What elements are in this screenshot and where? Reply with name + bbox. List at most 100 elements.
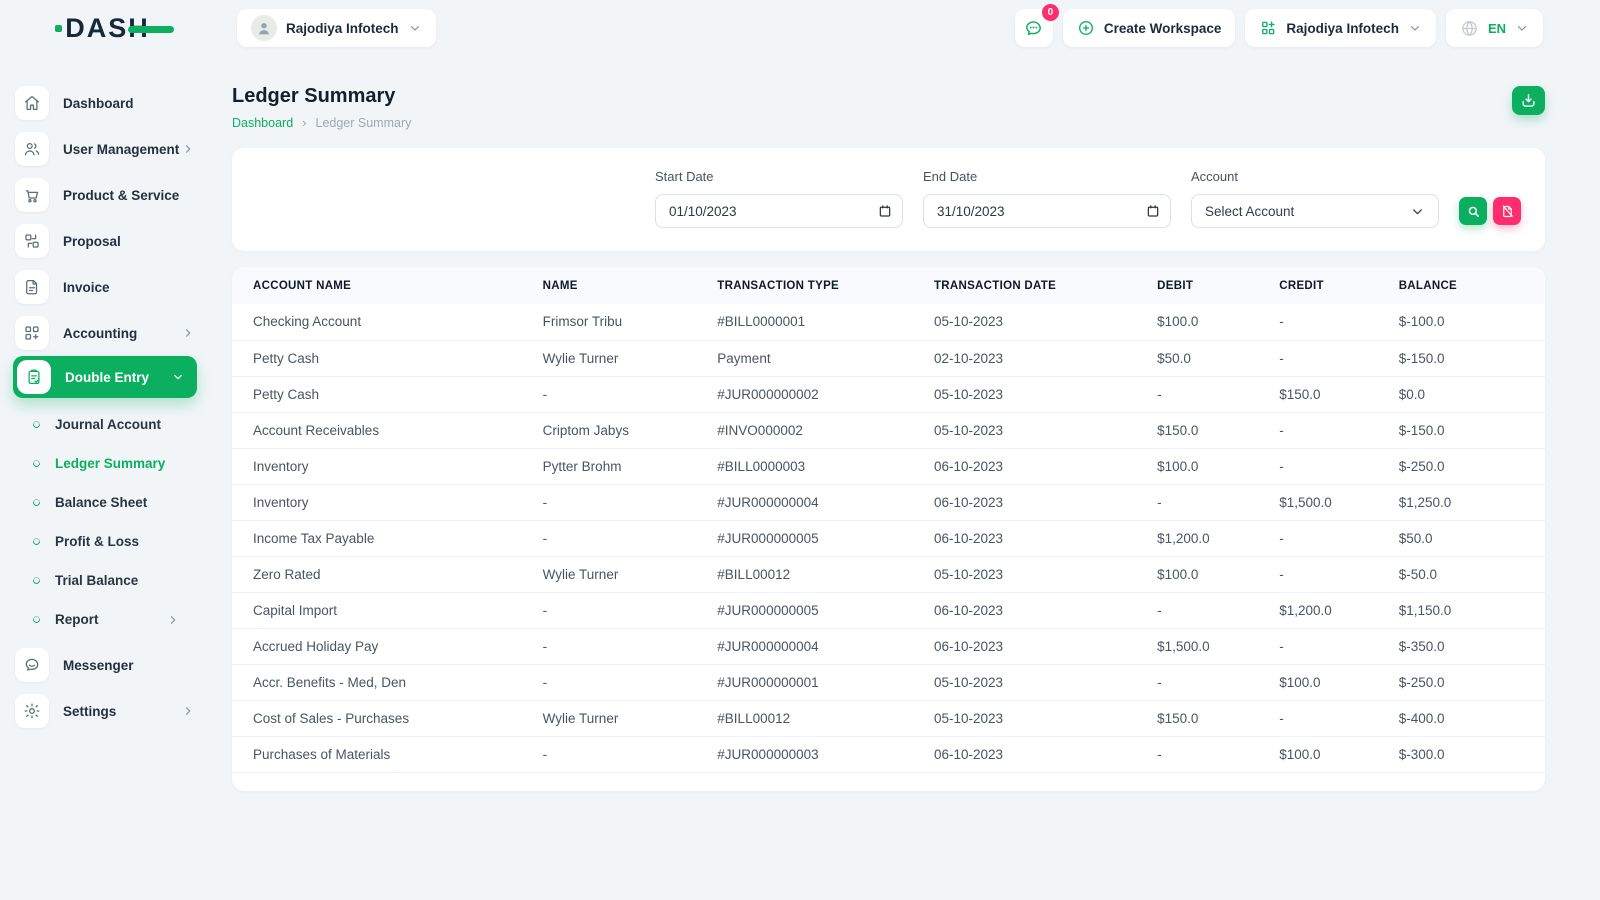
table-cell: $50.0 — [1147, 340, 1269, 376]
table-cell: - — [1269, 700, 1388, 736]
sidebar: DashboardUser ManagementProduct & Servic… — [0, 56, 215, 900]
sidebar-subitem-balance-sheet[interactable]: Balance Sheet — [0, 483, 215, 522]
sidebar-item-label: Invoice — [63, 280, 110, 295]
table-cell: Petty Cash — [232, 340, 533, 376]
start-date-input[interactable] — [655, 194, 903, 228]
download-button[interactable] — [1512, 86, 1545, 115]
workspace-selector-label: Rajodiya Infotech — [286, 21, 399, 36]
table-cell: #BILL0000003 — [707, 448, 924, 484]
reset-button[interactable] — [1493, 197, 1521, 225]
chevron-right-icon — [166, 613, 180, 627]
table-cell: $100.0 — [1147, 304, 1269, 340]
breadcrumb-dashboard-link[interactable]: Dashboard — [232, 116, 293, 130]
bullet-icon — [32, 576, 42, 586]
sidebar-item-double-entry[interactable]: Double Entry — [13, 356, 197, 398]
messages-button[interactable]: 0 — [1015, 9, 1053, 47]
workspace-selector[interactable]: Rajodiya Infotech — [237, 9, 436, 47]
column-header-account-name: ACCOUNT NAME — [232, 267, 533, 304]
sidebar-item-product-service[interactable]: Product & Service — [0, 172, 215, 218]
sidebar-subitem-journal-account[interactable]: Journal Account — [0, 405, 215, 444]
sidebar-item-user-management[interactable]: User Management — [0, 126, 215, 172]
table-row: Accr. Benefits - Med, Den-#JUR0000000010… — [232, 664, 1545, 700]
table-cell: - — [1147, 484, 1269, 520]
table-cell: $-150.0 — [1389, 412, 1545, 448]
sidebar-item-settings[interactable]: Settings — [0, 688, 215, 734]
sidebar-subitem-ledger-summary[interactable]: Ledger Summary — [0, 444, 215, 483]
search-button[interactable] — [1459, 197, 1487, 225]
table-cell: 05-10-2023 — [924, 304, 1147, 340]
table-cell: $-50.0 — [1389, 556, 1545, 592]
table-row: Capital Import-#JUR00000000506-10-2023-$… — [232, 592, 1545, 628]
sidebar-item-accounting[interactable]: Accounting — [0, 310, 215, 356]
sidebar-subitem-trial-balance[interactable]: Trial Balance — [0, 561, 215, 600]
table-row: Purchases of Materials-#JUR00000000306-1… — [232, 736, 1545, 772]
table-cell: - — [533, 592, 708, 628]
sidebar-item-label: Double Entry — [65, 370, 149, 385]
sidebar-subitem-label: Report — [55, 612, 99, 627]
start-date-label: Start Date — [655, 169, 903, 184]
table-cell: $0.0 — [1389, 376, 1545, 412]
table-cell: - — [1147, 736, 1269, 772]
table-cell: - — [1269, 340, 1388, 376]
table-cell: $100.0 — [1269, 664, 1388, 700]
table-cell: Cost of Sales - Purchases — [232, 700, 533, 736]
search-icon — [1466, 204, 1481, 219]
bullet-icon — [32, 420, 42, 430]
table-cell: $-250.0 — [1389, 664, 1545, 700]
sidebar-item-proposal[interactable]: Proposal — [0, 218, 215, 264]
plus-circle-icon — [1077, 19, 1095, 37]
topbar: DASH Rajodiya Infotech 0 — [0, 0, 1600, 56]
gear-icon — [15, 694, 49, 728]
table-row: Account ReceivablesCriptom Jabys#INVO000… — [232, 412, 1545, 448]
table-cell: 06-10-2023 — [924, 592, 1147, 628]
bullet-icon — [32, 459, 42, 469]
end-date-input[interactable] — [923, 194, 1171, 228]
table-cell: $1,500.0 — [1147, 628, 1269, 664]
table-cell: Income Tax Payable — [232, 520, 533, 556]
chevron-down-icon — [1410, 204, 1425, 219]
table-cell: $1,200.0 — [1147, 520, 1269, 556]
sidebar-item-label: Settings — [63, 704, 116, 719]
main-content: Ledger Summary Dashboard › Ledger Summar… — [215, 56, 1600, 900]
app-logo[interactable]: DASH — [65, 13, 150, 44]
sidebar-subitem-report[interactable]: Report — [0, 600, 215, 639]
home-icon — [15, 86, 49, 120]
table-cell: Frimsor Tribu — [533, 304, 708, 340]
sidebar-item-messenger[interactable]: Messenger — [0, 642, 215, 688]
table-cell: - — [533, 736, 708, 772]
language-selector[interactable]: EN — [1446, 9, 1543, 47]
column-header-name: NAME — [533, 267, 708, 304]
table-cell: 05-10-2023 — [924, 556, 1147, 592]
sidebar-item-label: Accounting — [63, 326, 137, 341]
table-cell: #BILL00012 — [707, 556, 924, 592]
table-cell: - — [533, 520, 708, 556]
table-cell: 06-10-2023 — [924, 520, 1147, 556]
table-cell: #BILL0000001 — [707, 304, 924, 340]
sidebar-item-invoice[interactable]: Invoice — [0, 264, 215, 310]
table-cell: #JUR000000001 — [707, 664, 924, 700]
table-cell: $1,150.0 — [1389, 592, 1545, 628]
account-selector-label: Rajodiya Infotech — [1286, 21, 1399, 36]
page-title: Ledger Summary — [232, 85, 411, 108]
account-select[interactable]: Select Account — [1191, 194, 1439, 228]
table-row: Petty Cash-#JUR00000000205-10-2023-$150.… — [232, 376, 1545, 412]
table-row: Cost of Sales - PurchasesWylie Turner#BI… — [232, 700, 1545, 736]
chat-bubble-icon — [1023, 18, 1044, 39]
table-cell: - — [533, 664, 708, 700]
table-cell: #JUR000000003 — [707, 736, 924, 772]
table-cell: - — [1269, 556, 1388, 592]
table-cell: 05-10-2023 — [924, 412, 1147, 448]
breadcrumb: Dashboard › Ledger Summary — [232, 116, 411, 130]
sidebar-subitem-profit-loss[interactable]: Profit & Loss — [0, 522, 215, 561]
messenger-icon — [15, 648, 49, 682]
account-selector[interactable]: Rajodiya Infotech — [1245, 9, 1436, 47]
table-cell: $-150.0 — [1389, 340, 1545, 376]
filter-panel: Start Date End Date Account — [232, 148, 1545, 251]
sidebar-item-dashboard[interactable]: Dashboard — [0, 80, 215, 126]
table-cell: $150.0 — [1147, 700, 1269, 736]
table-cell: 02-10-2023 — [924, 340, 1147, 376]
sidebar-item-label: Proposal — [63, 234, 121, 249]
create-workspace-button[interactable]: Create Workspace — [1063, 9, 1236, 47]
sidebar-item-label: Messenger — [63, 658, 134, 673]
table-cell: Wylie Turner — [533, 340, 708, 376]
